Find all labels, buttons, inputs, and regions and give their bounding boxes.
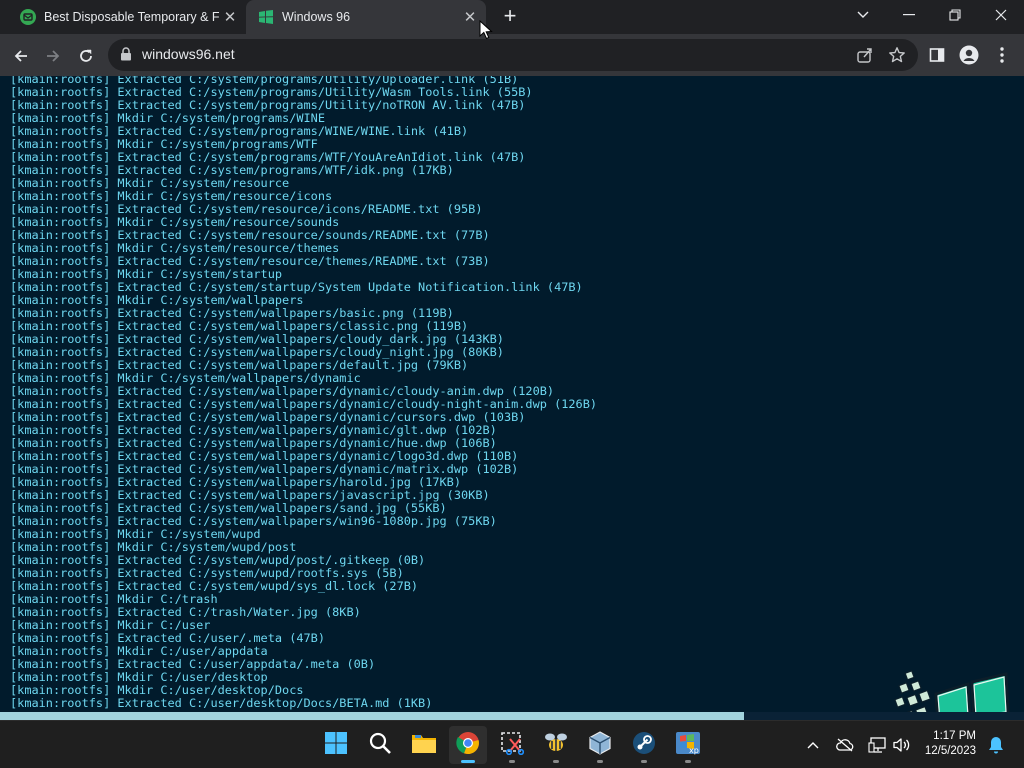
running-indicator (641, 760, 647, 763)
url-text[interactable]: windows96.net (142, 46, 235, 62)
browser-tab-strip: Best Disposable Temporary & Fa ✕ Windows… (0, 0, 1024, 34)
tab-search-icon[interactable] (840, 0, 886, 30)
tab-title: Windows 96 (282, 10, 351, 24)
windows-xp-vm-button[interactable]: xp (669, 726, 707, 764)
lock-icon[interactable] (120, 47, 132, 66)
show-hidden-icons-chevron-icon[interactable] (803, 735, 823, 755)
system-clock[interactable]: 1:17 PM 12/5/2023 (918, 729, 976, 759)
windows-xp-vm-icon: xp (675, 731, 701, 760)
active-indicator (461, 760, 475, 763)
minimize-icon[interactable] (886, 0, 932, 30)
browser-toolbar: windows96.net (0, 34, 1024, 76)
file-explorer-icon (411, 732, 437, 759)
search-button[interactable] (361, 726, 399, 764)
steam-button[interactable] (625, 726, 663, 764)
tab-disposable-mail[interactable]: Best Disposable Temporary & Fa ✕ (8, 0, 246, 34)
file-explorer-button[interactable] (405, 726, 443, 764)
bee-app-icon (543, 731, 569, 760)
running-indicator (509, 760, 515, 763)
boot-progress-fill (0, 712, 745, 720)
snipping-tool-icon (500, 731, 525, 760)
windows96-icon (258, 9, 274, 25)
tab-title: Best Disposable Temporary & Fa (44, 10, 220, 24)
notification-bell-icon[interactable] (986, 735, 1006, 755)
windows-taskbar: xp 1:17 PM 12/5/2023 (0, 720, 1024, 768)
back-arrow-icon[interactable] (8, 43, 34, 69)
profile-avatar-icon[interactable] (958, 44, 980, 66)
new-tab-button[interactable]: + (498, 5, 522, 29)
close-window-icon[interactable] (978, 0, 1024, 30)
address-bar[interactable]: windows96.net (108, 39, 918, 71)
volume-icon[interactable] (891, 735, 911, 755)
svg-text:xp: xp (689, 746, 699, 755)
forward-arrow-icon[interactable] (40, 43, 66, 69)
close-tab-icon[interactable]: ✕ (220, 7, 240, 27)
mouse-pointer-icon (479, 20, 493, 40)
search-icon (368, 731, 392, 760)
start-icon (324, 731, 348, 760)
clock-date: 12/5/2023 (924, 745, 976, 757)
reload-icon[interactable] (73, 43, 99, 69)
close-tab-icon[interactable]: ✕ (460, 7, 480, 27)
snipping-tool-button[interactable] (493, 726, 531, 764)
boot-progress-bar (0, 712, 1024, 720)
boot-console-log: [kmain:rootfs] Extracted C:/system/progr… (10, 76, 597, 710)
tab-windows96[interactable]: Windows 96 ✕ (246, 0, 486, 34)
start-button[interactable] (317, 726, 355, 764)
bee-app-button[interactable] (537, 726, 575, 764)
menu-kebab-icon[interactable] (991, 44, 1013, 66)
share-icon[interactable] (856, 46, 874, 64)
running-indicator (597, 760, 603, 763)
virtualbox-icon (588, 730, 612, 760)
running-indicator (685, 760, 691, 763)
windows96-boot-screen[interactable]: [kmain:rootfs] Extracted C:/system/progr… (0, 76, 1024, 720)
log-line: [kmain:rootfs] Extracted C:/user/desktop… (10, 696, 433, 710)
steam-icon (632, 731, 656, 760)
cloud-offline-icon[interactable] (835, 735, 855, 755)
chrome-icon (456, 731, 480, 760)
running-indicator (553, 760, 559, 763)
clock-time: 1:17 PM (933, 730, 976, 742)
disposable-mail-icon (20, 9, 36, 25)
side-panel-icon[interactable] (926, 44, 948, 66)
bookmark-star-icon[interactable] (888, 46, 906, 64)
virtualbox-button[interactable] (581, 726, 619, 764)
network-ethernet-icon[interactable] (867, 735, 887, 755)
restore-icon[interactable] (932, 0, 978, 30)
chrome-button[interactable] (449, 726, 487, 764)
